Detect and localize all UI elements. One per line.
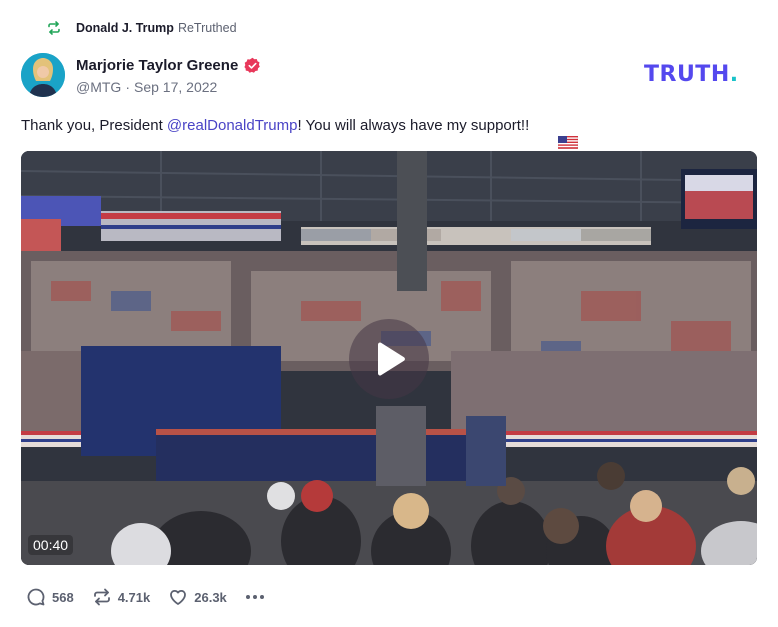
like-button[interactable]: 26.3k: [168, 587, 227, 607]
author-row: Marjorie Taylor Greene: [76, 55, 261, 75]
retruth-author[interactable]: Donald J. Trump: [76, 21, 174, 35]
more-button[interactable]: [245, 587, 267, 607]
retruth-label: ReTruthed: [177, 21, 237, 35]
author-handle[interactable]: @MTG: [76, 79, 121, 95]
play-button[interactable]: [349, 319, 429, 399]
retruth-button[interactable]: 4.71k: [92, 587, 151, 607]
logo-text: TRUTH: [644, 61, 730, 87]
truth-post-card: Donald J. Trump ReTruthed Marjorie Taylo…: [0, 0, 778, 627]
verified-badge-icon: [244, 57, 261, 74]
meta-separator: ·: [125, 79, 130, 95]
retruth-action-icon: [92, 587, 112, 607]
reply-count: 568: [52, 589, 74, 605]
like-count: 26.3k: [194, 589, 227, 605]
retruth-header: Donald J. Trump ReTruthed: [46, 19, 237, 37]
video-player[interactable]: 00:40: [21, 151, 757, 565]
retruth-count: 4.71k: [117, 589, 151, 605]
avatar[interactable]: [21, 53, 65, 97]
logo-dot: .: [729, 61, 739, 87]
author-name[interactable]: Marjorie Taylor Greene: [76, 57, 238, 74]
post-actions: 568 4.71k 26.3k: [26, 584, 267, 610]
mention-link[interactable]: @realDonaldTrump: [167, 117, 298, 134]
post-meta: @MTG · Sep 17, 2022: [76, 78, 217, 96]
post-text: Thank you, President @realDonaldTrump! Y…: [21, 115, 579, 149]
heart-icon: [168, 587, 188, 607]
reply-button[interactable]: 568: [26, 587, 74, 607]
us-flag-icon: [533, 119, 579, 149]
post-date[interactable]: Sep 17, 2022: [134, 79, 217, 95]
video-duration: 00:40: [28, 535, 74, 555]
reply-icon: [26, 587, 46, 607]
more-icon: [245, 594, 265, 600]
post-text-prefix: Thank you, President: [21, 116, 167, 134]
retruth-icon: [46, 20, 62, 36]
play-icon: [372, 341, 406, 377]
truth-logo: TRUTH.: [644, 61, 739, 87]
post-text-suffix: ! You will always have my support!!: [297, 116, 530, 134]
